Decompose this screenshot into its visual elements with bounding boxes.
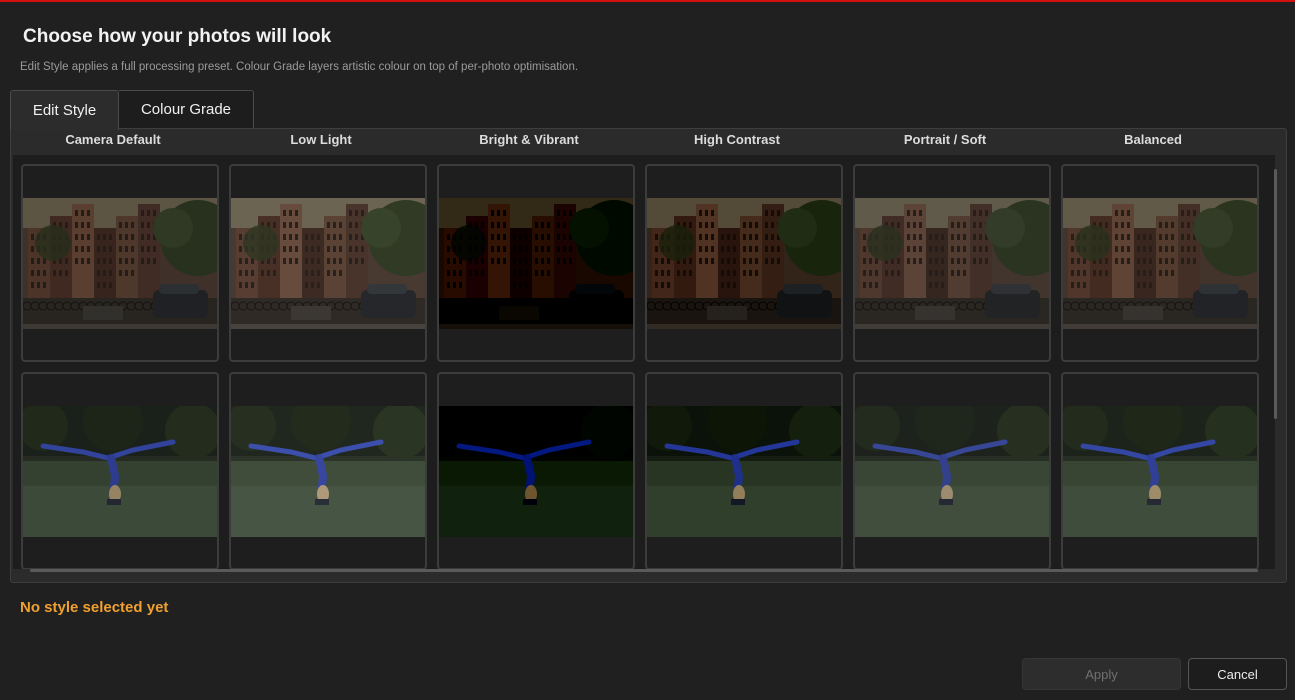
street-scene-thumbnail — [23, 198, 217, 329]
vertical-scrollbar[interactable] — [1274, 169, 1277, 419]
style-preview-card[interactable] — [853, 372, 1051, 569]
street-scene-thumbnail — [231, 198, 425, 329]
style-preview-card[interactable] — [229, 372, 427, 569]
tab-edit-style[interactable]: Edit Style — [10, 90, 119, 130]
cartwheel-scene-thumbnail — [647, 406, 841, 537]
street-scene-thumbnail — [647, 198, 841, 329]
cartwheel-scene-thumbnail — [1063, 406, 1257, 537]
style-preview-card[interactable] — [853, 164, 1051, 362]
style-header-balanced: Balanced — [1124, 132, 1182, 147]
selection-status: No style selected yet — [20, 599, 169, 616]
style-header-camera-default: Camera Default — [65, 132, 161, 147]
style-preview-card[interactable] — [21, 164, 219, 362]
cartwheel-scene-thumbnail — [23, 406, 217, 537]
street-scene-thumbnail — [439, 198, 633, 329]
style-preview-panel: Camera Default Low Light Bright & Vibran… — [10, 128, 1287, 583]
preview-grid — [13, 155, 1275, 569]
style-header-bright-vibrant: Bright & Vibrant — [479, 132, 579, 147]
style-preview-card[interactable] — [645, 164, 843, 362]
tab-colour-grade[interactable]: Colour Grade — [119, 90, 254, 128]
style-preview-card[interactable] — [437, 164, 635, 362]
cartwheel-scene-thumbnail — [231, 406, 425, 537]
cancel-button[interactable]: Cancel — [1188, 658, 1287, 690]
style-header-low-light: Low Light — [290, 132, 352, 147]
cartwheel-scene-thumbnail — [439, 406, 633, 537]
street-scene-thumbnail — [1063, 198, 1257, 329]
style-preview-card[interactable] — [645, 372, 843, 569]
style-preview-card[interactable] — [229, 164, 427, 362]
style-preview-card[interactable] — [1061, 164, 1259, 362]
style-header-high-contrast: High Contrast — [694, 132, 780, 147]
style-header-portrait-soft: Portrait / Soft — [903, 132, 987, 147]
apply-button[interactable]: Apply — [1022, 658, 1181, 690]
cartwheel-scene-thumbnail — [855, 406, 1049, 537]
horizontal-scrollbar[interactable] — [30, 569, 1258, 572]
window-accent-bar — [0, 0, 1295, 2]
dialog-title: Choose how your photos will look — [23, 26, 332, 47]
street-scene-thumbnail — [855, 198, 1049, 329]
dialog-subtitle: Edit Style applies a full processing pre… — [20, 61, 579, 73]
style-preview-card[interactable] — [21, 372, 219, 569]
style-preview-card[interactable] — [1061, 372, 1259, 569]
style-preview-card[interactable] — [437, 372, 635, 569]
